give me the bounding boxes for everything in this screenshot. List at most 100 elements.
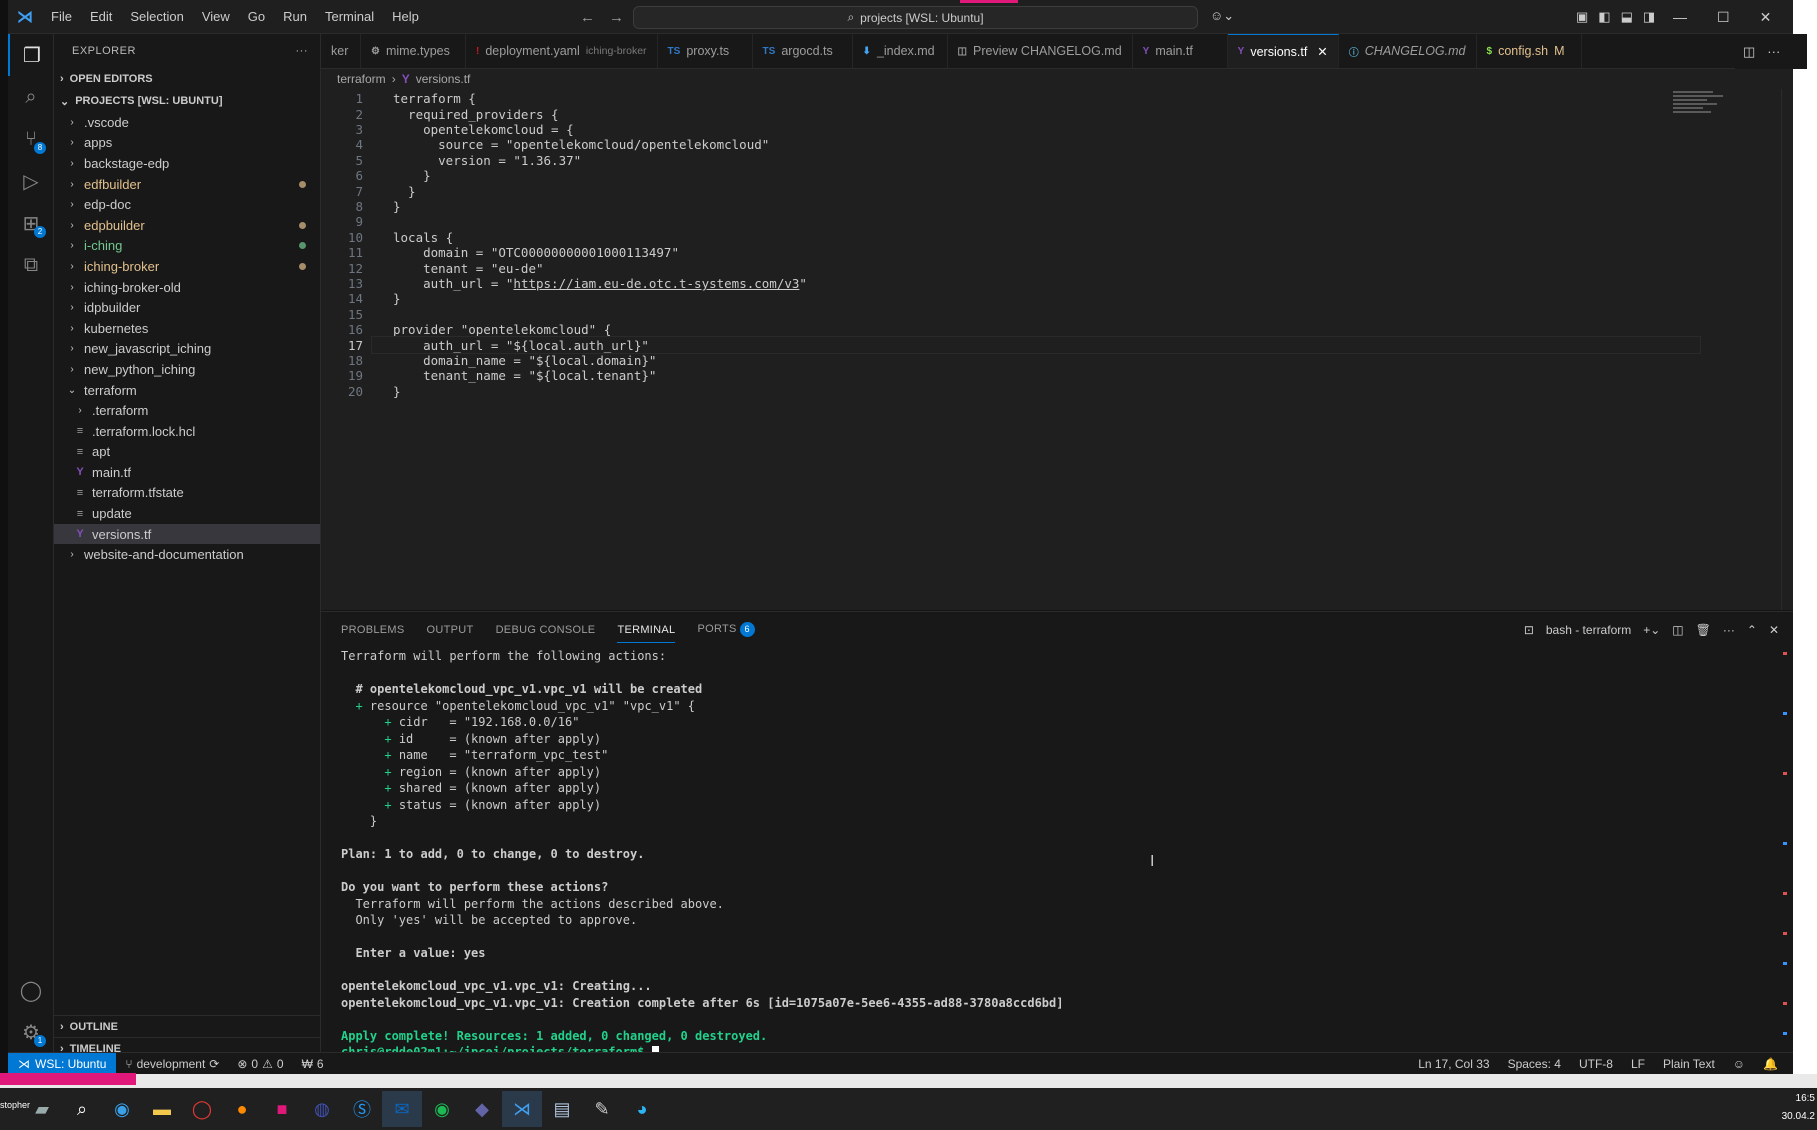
menu-help[interactable]: Help (383, 0, 428, 34)
account-icon[interactable]: ◯ (8, 969, 54, 1011)
notepad-icon[interactable]: ▤ (542, 1091, 582, 1127)
split-terminal-icon[interactable]: ◫ (1672, 623, 1683, 637)
folder-item[interactable]: › website-and-documentation (54, 544, 320, 565)
menu-view[interactable]: View (193, 0, 239, 34)
more-actions-icon[interactable]: ··· (1767, 44, 1780, 59)
firefox-icon[interactable]: ● (222, 1091, 262, 1127)
menu-edit[interactable]: Edit (81, 0, 121, 34)
folder-item[interactable]: › edfbuilder (54, 174, 320, 195)
maximize-icon[interactable]: ☐ (1717, 9, 1730, 26)
opera-icon[interactable]: ◯ (182, 1091, 222, 1127)
editor-tab[interactable]: TS proxy.ts (658, 34, 753, 68)
ports-indicator[interactable]: ₩ 6 (293, 1057, 333, 1071)
encoding[interactable]: UTF-8 (1570, 1057, 1622, 1071)
menu-run[interactable]: Run (274, 0, 316, 34)
command-center-search[interactable]: ⌕ projects [WSL: Ubuntu] (633, 6, 1198, 29)
outline-section[interactable]: › OUTLINE (54, 1015, 320, 1037)
windows-search-icon[interactable]: ⌕ (62, 1091, 102, 1127)
folder-item[interactable]: › apps (54, 133, 320, 154)
file-item[interactable]: ≡ apt (54, 442, 320, 463)
terminal-output[interactable]: Terraform will perform the following act… (341, 648, 1761, 1061)
panel-tab-debug-console[interactable]: DEBUG CONSOLE (496, 624, 596, 636)
editor-tab[interactable]: ⬇ _index.md (853, 34, 948, 68)
folder-item[interactable]: › edpbuilder (54, 215, 320, 236)
panel-tab-problems[interactable]: PROBLEMS (341, 624, 405, 636)
close-window-icon[interactable]: ✕ (1760, 9, 1772, 26)
file-explorer-icon[interactable]: ▬ (142, 1091, 182, 1127)
cursor-position[interactable]: Ln 17, Col 33 (1409, 1057, 1498, 1071)
language-mode[interactable]: Plain Text (1654, 1057, 1724, 1071)
close-panel-icon[interactable]: ✕ (1769, 623, 1779, 637)
editor-tab[interactable]: Ymain.tf (1133, 34, 1228, 68)
folder-item[interactable]: › new_javascript_iching (54, 339, 320, 360)
close-tab-icon[interactable]: ✕ (1317, 44, 1327, 59)
taskbar-clock[interactable]: 16:5 30.04.2 (1782, 1090, 1815, 1126)
folder-item[interactable]: › kubernetes (54, 318, 320, 339)
more-actions-icon[interactable]: ··· (296, 45, 309, 57)
projects-section[interactable]: ⌄ PROJECTS [WSL: UBUNTU] (54, 90, 320, 112)
indentation[interactable]: Spaces: 4 (1499, 1057, 1570, 1071)
open-editors-section[interactable]: › OPEN EDITORS (54, 68, 320, 90)
terminal-scrollbar[interactable] (1783, 652, 1789, 1052)
split-editor-icon[interactable]: ◫ (1743, 44, 1755, 60)
spotify-icon[interactable]: ◉ (422, 1091, 462, 1127)
editor-tab[interactable]: ⓘ CHANGELOG.md (1339, 34, 1477, 68)
edge-dev-icon[interactable]: ◕ (622, 1091, 662, 1127)
menu-selection[interactable]: Selection (121, 0, 192, 34)
settings-gear-icon[interactable]: ⚙ 1 (8, 1011, 54, 1053)
editor-tab[interactable]: ker (321, 34, 361, 68)
file-item[interactable]: Ymain.tf (54, 462, 320, 483)
sync-icon[interactable]: ⟳ (209, 1057, 219, 1071)
editor-tab[interactable]: Yversions.tf ✕ (1227, 34, 1339, 68)
folder-item[interactable]: ⌄ terraform (54, 380, 320, 401)
folder-item[interactable]: › .vscode (54, 112, 320, 133)
source-control-icon[interactable]: ⑂ 8 (8, 118, 54, 160)
folder-item[interactable]: › idpbuilder (54, 297, 320, 318)
menu-file[interactable]: File (42, 0, 81, 34)
extensions-icon[interactable]: ⊞ 2 (8, 202, 54, 244)
file-item[interactable]: Yversions.tf (54, 523, 320, 545)
toggle-sidebar-icon[interactable]: ◧ (1598, 9, 1610, 25)
kill-terminal-icon[interactable]: 🗑 (1696, 623, 1711, 637)
folder-item[interactable]: › .terraform (54, 400, 320, 421)
menu-go[interactable]: Go (239, 0, 274, 34)
file-item[interactable]: ≡ .terraform.lock.hcl (54, 421, 320, 442)
remote-indicator[interactable]: ⋊ WSL: Ubuntu (8, 1052, 117, 1075)
problems-indicator[interactable]: ⊗ 0 ⚠ 0 (228, 1057, 292, 1071)
forward-arrow-icon[interactable]: → (609, 9, 624, 26)
file-item[interactable]: ≡ update (54, 503, 320, 524)
panel-tab-terminal[interactable]: TERMINAL (617, 624, 676, 643)
teams-icon[interactable]: ◆ (462, 1091, 502, 1127)
toggle-panel-icon[interactable]: ⬓ (1621, 9, 1633, 25)
minimize-icon[interactable]: — (1673, 9, 1687, 25)
breadcrumb-file[interactable]: versions.tf (416, 72, 471, 86)
folder-item[interactable]: › new_python_iching (54, 359, 320, 380)
editor-tab[interactable]: ⚙ mime.types (361, 34, 466, 68)
editor-tab[interactable]: TS argocd.ts (753, 34, 853, 68)
customize-layout-icon[interactable]: ▣ (1576, 9, 1588, 25)
minimap[interactable] (1673, 89, 1753, 129)
new-terminal-icon[interactable]: +⌄ (1643, 623, 1660, 637)
code-editor[interactable]: 1 terraform {2 required_providers {3 open… (321, 89, 1793, 610)
folder-item[interactable]: › iching-broker (54, 256, 320, 277)
explorer-icon[interactable]: ❐ (8, 34, 54, 76)
copilot-status-icon[interactable]: ☺ (1724, 1057, 1754, 1071)
webex-icon[interactable]: ◍ (302, 1091, 342, 1127)
back-arrow-icon[interactable]: ← (580, 9, 595, 26)
editor-tab[interactable]: ◫ Preview CHANGELOG.md (948, 34, 1133, 68)
run-debug-icon[interactable]: ▷ (8, 160, 54, 202)
toggle-secondary-sidebar-icon[interactable]: ◨ (1643, 9, 1655, 25)
vscode-taskbar-icon[interactable]: ⋊ (502, 1091, 542, 1127)
remote-explorer-icon[interactable]: ⧉ (8, 244, 54, 286)
folder-item[interactable]: › edp-doc (54, 194, 320, 215)
paint-icon[interactable]: ✎ (582, 1091, 622, 1127)
edge-browser-icon[interactable]: ◉ (102, 1091, 142, 1127)
folder-item[interactable]: › backstage-edp (54, 153, 320, 174)
end-of-line[interactable]: LF (1622, 1057, 1654, 1071)
editor-tab[interactable]: ! deployment.yaml iching-broker (466, 34, 658, 68)
folder-item[interactable]: › i-ching (54, 236, 320, 257)
notifications-bell-icon[interactable]: 🔔 (1754, 1057, 1787, 1071)
menu-terminal[interactable]: Terminal (316, 0, 383, 34)
breadcrumb-folder[interactable]: terraform (337, 72, 386, 86)
editor-scrollbar[interactable] (1781, 89, 1793, 610)
